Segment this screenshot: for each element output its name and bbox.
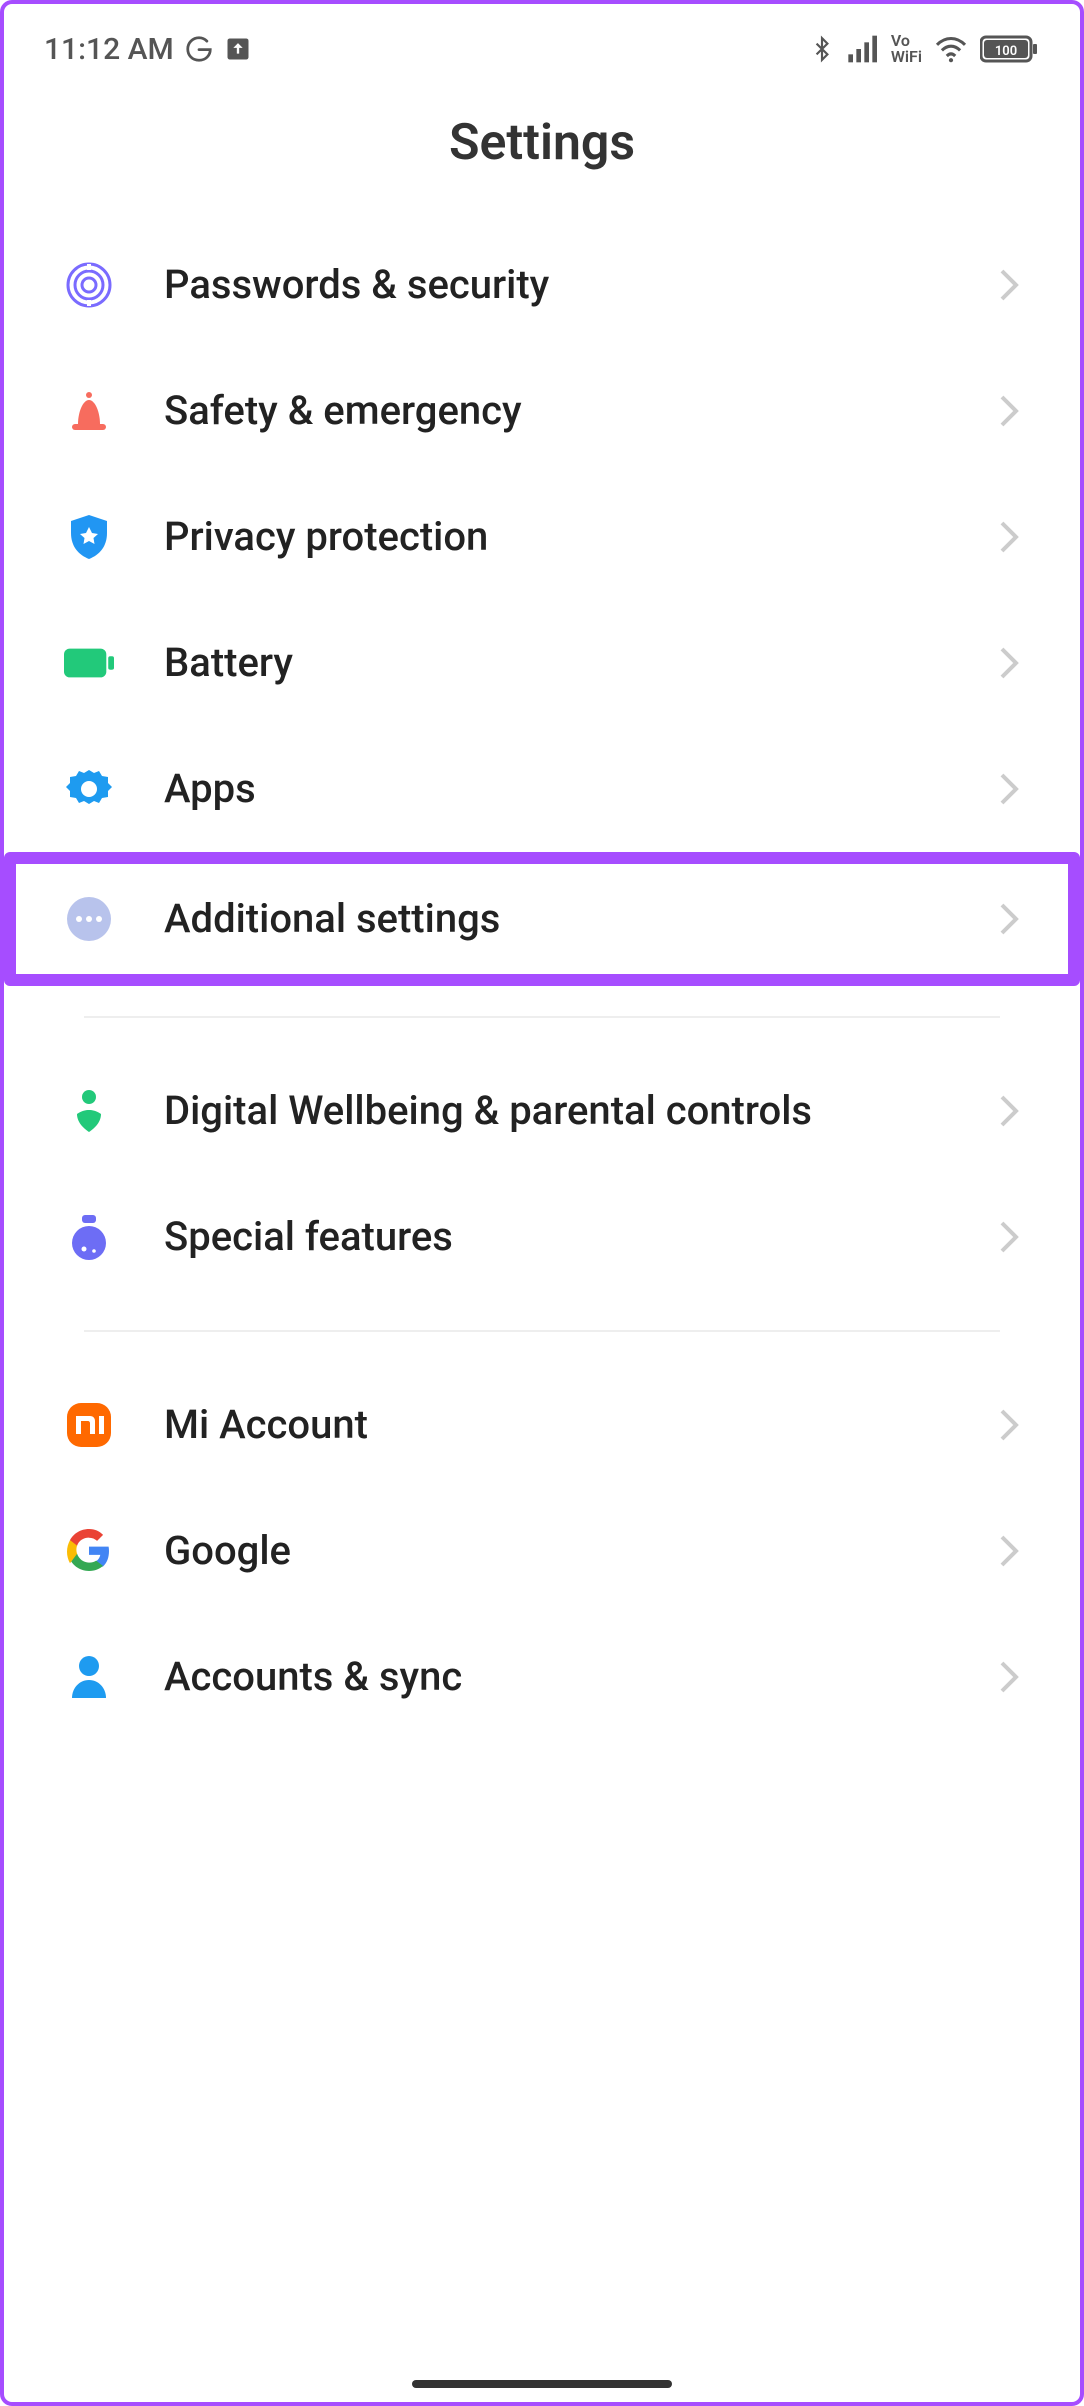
item-label: Safety & emergency <box>164 386 946 436</box>
person-icon <box>64 1652 114 1702</box>
google-logo-icon <box>64 1526 114 1576</box>
mi-logo-icon <box>64 1400 114 1450</box>
item-label: Mi Account <box>164 1400 946 1450</box>
siren-icon <box>64 386 114 436</box>
chevron-right-icon <box>996 901 1020 937</box>
chevron-right-icon <box>996 1219 1020 1255</box>
bluetooth-icon <box>809 33 835 65</box>
settings-list: Passwords & security Safety & emergency … <box>4 222 1080 1740</box>
person-heart-icon <box>64 1086 114 1136</box>
status-bar: 11:12 AM Vo WiFi <box>4 4 1080 84</box>
chevron-right-icon <box>996 267 1020 303</box>
settings-item-passwords-security[interactable]: Passwords & security <box>24 222 1060 348</box>
settings-item-apps[interactable]: Apps <box>24 726 1060 852</box>
item-label: Privacy protection <box>164 512 946 562</box>
item-label: Additional settings <box>164 894 946 944</box>
gear-icon <box>64 764 114 814</box>
flask-icon <box>64 1212 114 1262</box>
item-label: Apps <box>164 764 946 814</box>
divider <box>84 1330 1000 1332</box>
chevron-right-icon <box>996 645 1020 681</box>
svg-text:100: 100 <box>995 44 1017 59</box>
shield-icon <box>64 512 114 562</box>
item-label: Accounts & sync <box>164 1652 946 1702</box>
settings-item-google[interactable]: Google <box>24 1488 1060 1614</box>
chevron-right-icon <box>996 393 1020 429</box>
settings-item-battery[interactable]: Battery <box>24 600 1060 726</box>
chevron-right-icon <box>996 1533 1020 1569</box>
more-icon <box>64 894 114 944</box>
chevron-right-icon <box>996 1659 1020 1695</box>
divider <box>84 1016 1000 1018</box>
item-label: Google <box>164 1526 946 1576</box>
settings-item-privacy-protection[interactable]: Privacy protection <box>24 474 1060 600</box>
chevron-right-icon <box>996 1407 1020 1443</box>
google-g-icon <box>184 34 214 64</box>
vowifi-indicator: Vo WiFi <box>891 33 922 65</box>
page-title: Settings <box>4 84 1080 222</box>
chevron-right-icon <box>996 771 1020 807</box>
settings-item-special-features[interactable]: Special features <box>24 1174 1060 1300</box>
settings-item-accounts-sync[interactable]: Accounts & sync <box>24 1614 1060 1740</box>
item-label: Battery <box>164 638 946 688</box>
settings-item-digital-wellbeing[interactable]: Digital Wellbeing & parental controls <box>24 1048 1060 1174</box>
fingerprint-icon <box>64 260 114 310</box>
signal-icon <box>847 35 879 63</box>
wifi-icon <box>934 35 968 63</box>
home-indicator[interactable] <box>412 2380 672 2388</box>
upload-icon <box>224 35 252 63</box>
chevron-right-icon <box>996 1093 1020 1129</box>
settings-item-additional-settings[interactable]: Additional settings <box>4 852 1080 986</box>
settings-item-safety-emergency[interactable]: Safety & emergency <box>24 348 1060 474</box>
item-label: Digital Wellbeing & parental controls <box>164 1086 946 1136</box>
battery-icon <box>64 638 114 688</box>
status-left: 11:12 AM <box>44 32 252 67</box>
settings-item-mi-account[interactable]: Mi Account <box>24 1362 1060 1488</box>
status-time: 11:12 AM <box>44 32 174 67</box>
chevron-right-icon <box>996 519 1020 555</box>
item-label: Special features <box>164 1212 946 1262</box>
status-right: Vo WiFi 100 <box>809 33 1040 65</box>
item-label: Passwords & security <box>164 260 946 310</box>
battery-icon: 100 <box>980 34 1040 64</box>
